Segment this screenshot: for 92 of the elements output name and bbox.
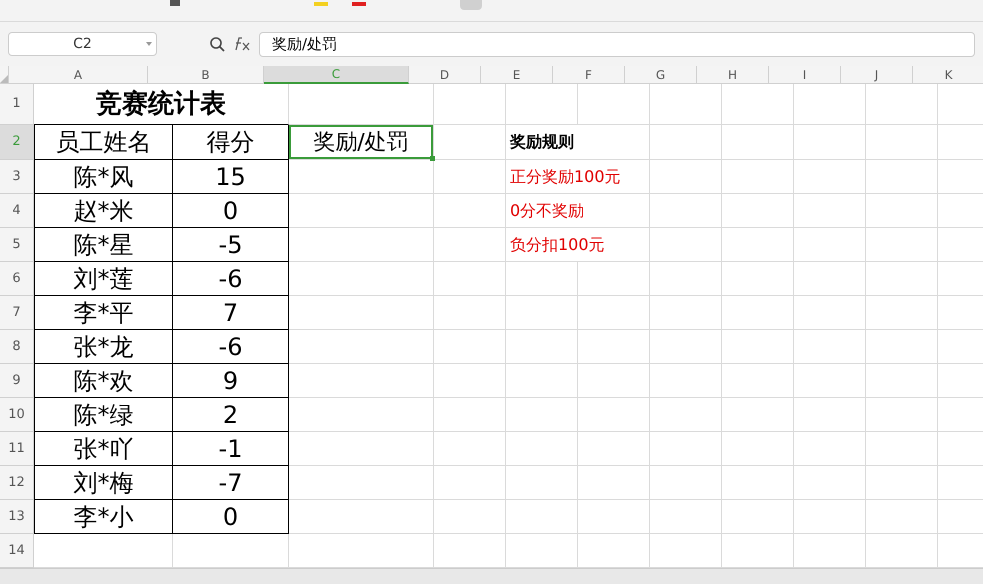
select-all-corner[interactable] xyxy=(0,66,9,84)
zoom-icon[interactable] xyxy=(209,36,225,52)
row-header[interactable]: 8 xyxy=(0,330,34,364)
grid-cell[interactable]: 得分 xyxy=(173,125,289,160)
rule-text: 负分扣100元 xyxy=(510,234,605,256)
column-header[interactable]: K xyxy=(913,66,983,84)
grid-cell[interactable]: -1 xyxy=(173,432,289,466)
table-cell-text: 刘*梅 xyxy=(74,468,134,498)
table-cell-text: 李*平 xyxy=(74,298,134,328)
grid-cell[interactable]: 李*小 xyxy=(34,500,173,534)
grid-cell[interactable]: 正分奖励100元 xyxy=(506,160,650,194)
row-header[interactable]: 11 xyxy=(0,432,34,466)
column-header[interactable]: J xyxy=(841,66,913,84)
grid-cell[interactable]: 陈*风 xyxy=(34,160,173,194)
grid-cell[interactable]: 0 xyxy=(173,500,289,534)
row-header[interactable]: 4 xyxy=(0,194,34,228)
grid-cell[interactable]: -5 xyxy=(173,228,289,262)
row-header[interactable]: 14 xyxy=(0,534,34,568)
table-cell-text: 9 xyxy=(222,366,238,396)
column-header[interactable]: E xyxy=(481,66,553,84)
column-header[interactable]: G xyxy=(625,66,697,84)
table-cell-text: 7 xyxy=(222,298,238,328)
table-cell-text: 陈*星 xyxy=(74,230,134,260)
grid-cell[interactable]: 7 xyxy=(173,296,289,330)
row-header[interactable]: 5 xyxy=(0,228,34,262)
grid-cell[interactable]: 负分扣100元 xyxy=(506,228,650,262)
row-header[interactable]: 13 xyxy=(0,500,34,534)
grid-cell[interactable]: 9 xyxy=(173,364,289,398)
highlight-icon[interactable] xyxy=(314,2,328,6)
grid-cell[interactable]: 0 xyxy=(173,194,289,228)
column-header[interactable]: A xyxy=(9,66,148,84)
row-header[interactable]: 12 xyxy=(0,466,34,500)
row-header[interactable]: 7 xyxy=(0,296,34,330)
grid-cell[interactable]: 刘*梅 xyxy=(34,466,173,500)
grid-cell[interactable]: 张*吖 xyxy=(34,432,173,466)
name-box[interactable]: C2 xyxy=(8,32,157,56)
row-header[interactable]: 6 xyxy=(0,262,34,296)
grid-cell[interactable]: 15 xyxy=(173,160,289,194)
table-cell-text: 赵*米 xyxy=(74,196,134,226)
grid-cell[interactable]: 陈*星 xyxy=(34,228,173,262)
table-cell-text: 张*龙 xyxy=(74,332,134,362)
grid-cell[interactable]: -7 xyxy=(173,466,289,500)
column-header[interactable]: H xyxy=(697,66,769,84)
formula-input[interactable]: 奖励/处罚 xyxy=(259,32,975,56)
table-cell-text: -6 xyxy=(218,264,242,294)
grid-cell[interactable]: 李*平 xyxy=(34,296,173,330)
grid-cell[interactable]: 刘*莲 xyxy=(34,262,173,296)
column-header[interactable]: F xyxy=(553,66,625,84)
table-cell-text: 陈*欢 xyxy=(74,366,134,396)
grid-cell[interactable]: 赵*米 xyxy=(34,194,173,228)
table-cell-text: 张*吖 xyxy=(74,434,134,464)
rule-text: 正分奖励100元 xyxy=(510,166,621,188)
grid-cell[interactable]: -6 xyxy=(173,262,289,296)
sheet-title: 竞赛统计表 xyxy=(96,88,226,120)
grid-cell[interactable]: 0分不奖励 xyxy=(506,194,650,228)
table-cell-text: 15 xyxy=(215,162,246,192)
grid-cell[interactable]: 员工姓名 xyxy=(34,125,173,160)
table-cell-text: -6 xyxy=(218,332,242,362)
dropdown-icon[interactable] xyxy=(146,42,152,46)
rule-text: 0分不奖励 xyxy=(510,200,584,222)
row-header[interactable]: 9 xyxy=(0,364,34,398)
grid-cell[interactable]: 竞赛统计表 xyxy=(34,84,289,125)
grid-cell[interactable]: 陈*绿 xyxy=(34,398,173,432)
row-header[interactable]: 3 xyxy=(0,160,34,194)
column-header[interactable]: I xyxy=(769,66,841,84)
table-cell-text: 李*小 xyxy=(74,502,134,532)
table-cell-text: 0 xyxy=(222,196,238,226)
table-cell-text: -7 xyxy=(218,468,242,498)
table-cell-text: 陈*风 xyxy=(74,162,134,192)
grid-cell[interactable]: 2 xyxy=(173,398,289,432)
corner-icon xyxy=(0,75,8,83)
grid-cell[interactable]: -6 xyxy=(173,330,289,364)
column-header[interactable]: D xyxy=(409,66,481,84)
table-cell-text: -1 xyxy=(218,434,242,464)
row-header[interactable]: 10 xyxy=(0,398,34,432)
grid-cell[interactable]: 陈*欢 xyxy=(34,364,173,398)
grid-cell[interactable]: 张*龙 xyxy=(34,330,173,364)
table-cell-text: 0 xyxy=(222,502,238,532)
table-cell-text: -5 xyxy=(218,230,242,260)
function-icon[interactable] xyxy=(233,36,251,52)
fill-handle[interactable] xyxy=(430,156,435,161)
column-header[interactable]: B xyxy=(148,66,264,84)
table-header: 员工姓名 xyxy=(56,127,152,158)
rules-title: 奖励规则 xyxy=(510,131,574,153)
table-cell-text: 2 xyxy=(222,400,238,430)
table-cell-text: 陈*绿 xyxy=(74,400,134,430)
row-header[interactable]: 1 xyxy=(0,84,34,125)
table-header: 得分 xyxy=(206,127,254,158)
font-color-icon[interactable] xyxy=(352,2,366,6)
selected-cell[interactable]: 奖励/处罚 xyxy=(289,125,433,159)
table-cell-text: 刘*莲 xyxy=(74,264,134,294)
grid-cell[interactable]: 奖励规则 xyxy=(506,125,650,160)
